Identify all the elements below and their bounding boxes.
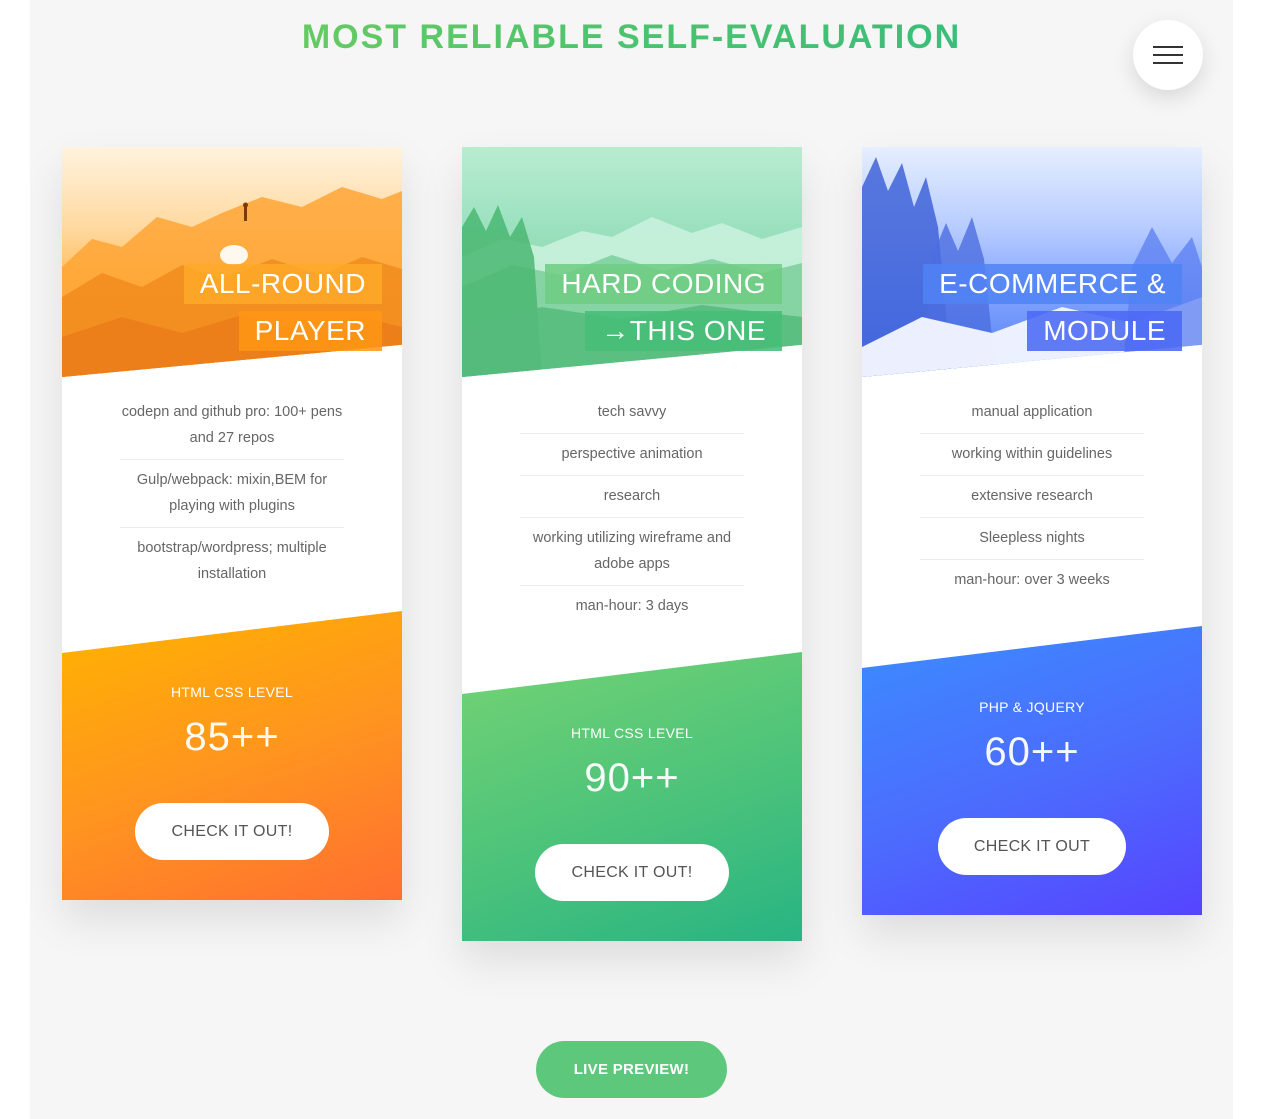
pricing-card-hard-coding: HARD CODING →THIS ONE tech savvy perspec… xyxy=(462,147,802,941)
feature-item: codepn and github pro: 100+ pens and 27 … xyxy=(120,392,344,460)
feature-list: codepn and github pro: 100+ pens and 27 … xyxy=(120,392,344,595)
feature-item: man-hour: 3 days xyxy=(575,598,689,614)
feature-list: manual application working within guidel… xyxy=(920,392,1144,601)
level-label: HTML CSS LEVEL xyxy=(571,725,693,741)
level-value: 85++ xyxy=(184,715,280,759)
card-price-section: HTML CSS LEVEL 90++ CHECK IT OUT! xyxy=(462,652,802,941)
check-it-out-button[interactable]: CHECK IT OUT! xyxy=(535,844,729,901)
card-title-line1: ALL-ROUND xyxy=(183,264,382,304)
feature-item: Gulp/webpack: mixin,BEM for playing with… xyxy=(120,460,344,528)
pricing-card-ecommerce: E-COMMERCE & MODULE manual application w… xyxy=(862,147,1202,915)
feature-item: extensive research xyxy=(920,476,1144,518)
level-value: 90++ xyxy=(584,756,680,800)
feature-item: working utilizing wireframe and adobe ap… xyxy=(520,518,744,586)
pricing-card-all-round: ALL-ROUND PLAYER codepn and github pro: … xyxy=(62,147,402,900)
feature-item: bootstrap/wordpress; multiple installati… xyxy=(137,540,327,582)
level-value: 60++ xyxy=(984,730,1080,774)
card-title-line2: →THIS ONE xyxy=(585,311,782,351)
feature-item: research xyxy=(520,476,744,518)
feature-list: tech savvy perspective animation researc… xyxy=(520,392,744,627)
card-title-line1: E-COMMERCE & xyxy=(923,264,1182,304)
live-preview-button[interactable]: LIVE PREVIEW! xyxy=(536,1041,727,1098)
level-label: PHP & JQUERY xyxy=(979,699,1085,715)
level-label: HTML CSS LEVEL xyxy=(171,684,293,700)
card-price-section: HTML CSS LEVEL 85++ CHECK IT OUT! xyxy=(62,611,402,900)
card-title-line2: MODULE xyxy=(1027,311,1182,351)
feature-item: perspective animation xyxy=(520,434,744,476)
card-price-section: PHP & JQUERY 60++ CHECK IT OUT xyxy=(862,626,1202,915)
hamburger-menu-icon xyxy=(1153,46,1183,48)
feature-item: Sleepless nights xyxy=(920,518,1144,560)
feature-item: man-hour: over 3 weeks xyxy=(954,572,1110,588)
check-it-out-button[interactable]: CHECK IT OUT! xyxy=(135,803,329,860)
feature-item: working within guidelines xyxy=(920,434,1144,476)
hamburger-menu-icon-bar xyxy=(1153,62,1183,64)
page-title: MOST RELIABLE SELF-EVALUATION xyxy=(30,18,1233,57)
feature-item: manual application xyxy=(920,392,1144,434)
card-title-line2: PLAYER xyxy=(238,311,382,351)
hamburger-menu-icon-bar xyxy=(1153,54,1183,56)
check-it-out-button[interactable]: CHECK IT OUT xyxy=(938,818,1126,875)
card-title-line1: HARD CODING xyxy=(545,264,782,304)
hamburger-menu-button[interactable] xyxy=(1133,20,1203,90)
page-background: MOST RELIABLE SELF-EVALUATION ALL-ROUND … xyxy=(30,0,1233,1119)
feature-item: tech savvy xyxy=(520,392,744,434)
